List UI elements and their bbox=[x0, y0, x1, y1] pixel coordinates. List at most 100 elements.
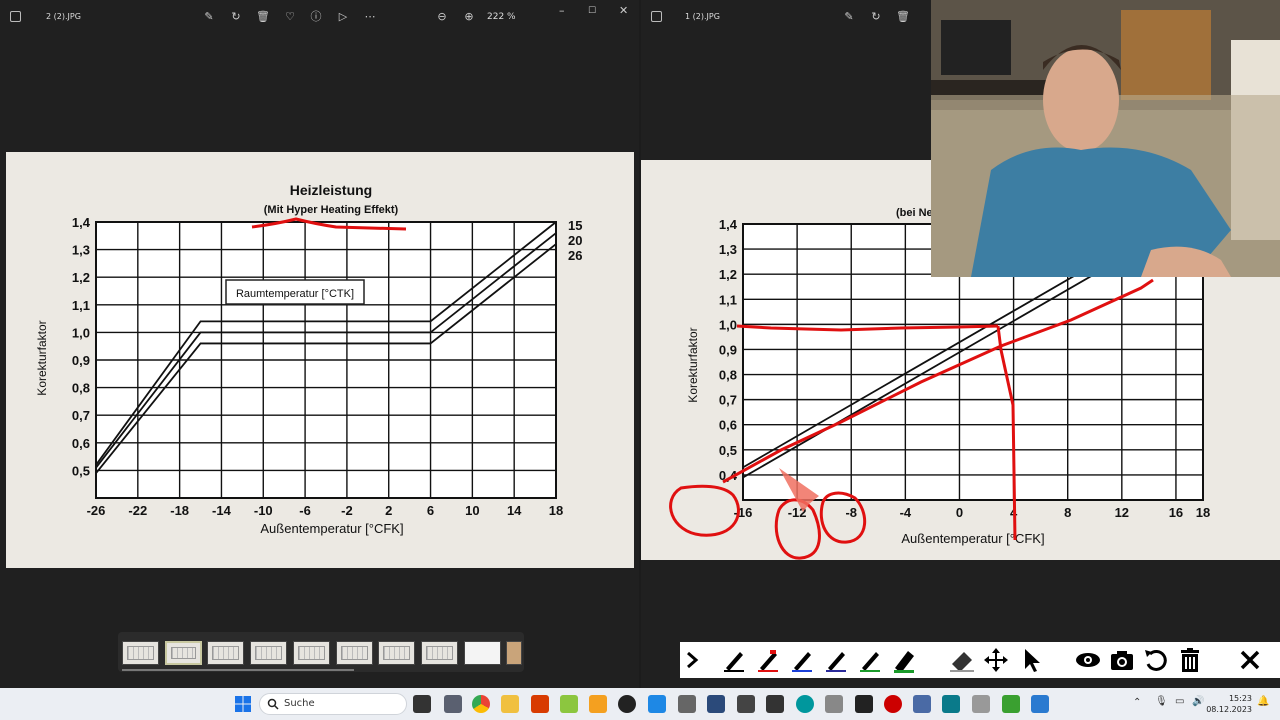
camera-icon[interactable] bbox=[1108, 646, 1136, 674]
x-tick-label: 6 bbox=[427, 503, 434, 518]
eraser-icon[interactable] bbox=[948, 646, 976, 674]
chart-title: Heizleistung bbox=[290, 182, 372, 198]
file-name: 1 (2).JPG bbox=[685, 12, 720, 21]
app-icon[interactable] bbox=[444, 695, 462, 713]
webcam-person-photo bbox=[931, 0, 1280, 277]
thumbnail[interactable] bbox=[378, 641, 415, 665]
info-icon[interactable]: ⓘ bbox=[308, 9, 324, 25]
x-tick-label: 18 bbox=[549, 503, 563, 518]
close-icon[interactable]: ✕ bbox=[619, 4, 628, 17]
x-tick-label: -22 bbox=[128, 503, 147, 518]
y-tick-label: 0,6 bbox=[72, 436, 90, 451]
search-icon bbox=[267, 698, 279, 710]
thumbnail[interactable] bbox=[122, 641, 159, 665]
more-icon[interactable]: ⋯ bbox=[362, 9, 378, 25]
x-axis-label: Außentemperatur [°CFK] bbox=[901, 531, 1044, 546]
thumbnail[interactable] bbox=[207, 641, 244, 665]
task-view-icon[interactable] bbox=[413, 695, 431, 713]
thumbnail[interactable] bbox=[336, 641, 373, 665]
app-icon[interactable] bbox=[678, 695, 696, 713]
pen-blue-icon[interactable] bbox=[788, 646, 816, 674]
app-icon[interactable] bbox=[648, 695, 666, 713]
clock-time: 15:23 bbox=[1228, 694, 1252, 703]
search-placeholder: Suche bbox=[284, 698, 315, 709]
chart-left: -26 -22 -18 -14 -10 -6 -2 2 6 10 14 18 1,41,31,21,1… bbox=[35, 182, 582, 536]
notification-bell-icon[interactable]: 🔔 bbox=[1257, 696, 1269, 707]
zoom-out-icon[interactable]: ⊖ bbox=[434, 9, 450, 25]
delete-icon[interactable]: 🗑 bbox=[895, 9, 911, 25]
x-tick-label: -14 bbox=[212, 503, 232, 518]
app-icon[interactable] bbox=[972, 695, 990, 713]
y-axis-label: Korekturfaktor bbox=[686, 327, 700, 402]
taskbar-clock[interactable]: 15:23 08.12.2023 bbox=[1206, 693, 1252, 715]
app-icon[interactable] bbox=[884, 695, 902, 713]
x-tick-label: 2 bbox=[385, 503, 392, 518]
app-icon[interactable] bbox=[913, 695, 931, 713]
app-icon[interactable] bbox=[737, 695, 755, 713]
microphone-icon[interactable]: 🎙 bbox=[1155, 696, 1168, 707]
app-icon[interactable] bbox=[766, 695, 784, 713]
app-icon[interactable] bbox=[531, 695, 549, 713]
move-icon[interactable] bbox=[982, 646, 1010, 674]
thumbnail-selected[interactable] bbox=[165, 641, 202, 665]
chart-subtitle: (Mit Hyper Heating Effekt) bbox=[264, 204, 399, 216]
thumbnail[interactable] bbox=[506, 641, 522, 665]
windows-start-icon[interactable] bbox=[234, 695, 252, 713]
network-icon[interactable]: ▭ bbox=[1175, 696, 1184, 707]
taskbar-search[interactable]: Suche bbox=[259, 693, 407, 715]
x-tick-label: -18 bbox=[170, 503, 189, 518]
eye-icon[interactable] bbox=[1074, 646, 1102, 674]
app-icon[interactable] bbox=[855, 695, 873, 713]
x-tick-label: -2 bbox=[341, 503, 353, 518]
image-view[interactable]: -26 -22 -18 -14 -10 -6 -2 2 6 10 14 18 1,4 1,3 1,2 1,1… bbox=[6, 152, 634, 568]
filmstrip-scrollbar[interactable] bbox=[122, 669, 354, 671]
photos-window-left: 2 (2).JPG ✎ ↻ 🗑 ♡ ⓘ ▷ ⋯ ⊖ ⊕ 222 % – ☐ ✕ … bbox=[0, 0, 639, 688]
app-icon[interactable] bbox=[796, 695, 814, 713]
minimize-icon[interactable]: – bbox=[559, 4, 565, 17]
collapse-arrow-icon[interactable] bbox=[680, 646, 708, 674]
app-icon[interactable] bbox=[1002, 695, 1020, 713]
delete-icon[interactable]: 🗑 bbox=[255, 9, 271, 25]
cursor-icon[interactable] bbox=[1018, 646, 1046, 674]
series-label: 20 bbox=[568, 233, 582, 248]
thumbnail[interactable] bbox=[250, 641, 287, 665]
app-icon[interactable] bbox=[1031, 695, 1049, 713]
thumbnail[interactable] bbox=[421, 641, 458, 665]
trash-icon[interactable] bbox=[1176, 646, 1204, 674]
series-label: 15 bbox=[568, 218, 582, 233]
y-tick-label: 1,4 bbox=[719, 217, 738, 232]
thumbnail[interactable] bbox=[464, 641, 501, 665]
x-tick-label: 14 bbox=[507, 503, 522, 518]
chrome-icon[interactable] bbox=[472, 695, 490, 713]
edit-icon[interactable]: ✎ bbox=[841, 9, 857, 25]
app-icon[interactable] bbox=[618, 695, 636, 713]
app-icon[interactable] bbox=[560, 695, 578, 713]
pen-black-icon[interactable] bbox=[720, 646, 748, 674]
favorite-icon[interactable]: ♡ bbox=[282, 9, 298, 25]
undo-icon[interactable] bbox=[1142, 646, 1170, 674]
zoom-level[interactable]: 222 % bbox=[487, 12, 516, 22]
annotation-text: Raumtemperatur [°CTK] bbox=[236, 288, 354, 300]
highlighter-icon[interactable] bbox=[890, 646, 918, 674]
slideshow-icon[interactable]: ▷ bbox=[335, 9, 351, 25]
volume-icon[interactable]: 🔊 bbox=[1192, 696, 1204, 707]
rotate-icon[interactable]: ↻ bbox=[868, 9, 884, 25]
pen-green-icon[interactable] bbox=[856, 646, 884, 674]
thumbnail[interactable] bbox=[293, 641, 330, 665]
pen-darkblue-icon[interactable] bbox=[822, 646, 850, 674]
app-icon[interactable] bbox=[942, 695, 960, 713]
taskbar: Suche ⌃ 🎙 ▭ 🔊 15:23 08.12.2023 🔔 bbox=[0, 688, 1280, 720]
close-toolbar-icon[interactable] bbox=[1236, 646, 1264, 674]
maximize-icon[interactable]: ☐ bbox=[588, 6, 596, 16]
edit-icon[interactable]: ✎ bbox=[201, 9, 217, 25]
app-icon[interactable] bbox=[707, 695, 725, 713]
pen-red-icon[interactable] bbox=[754, 646, 782, 674]
y-tick-labels: 1,4 1,3 1,2 1,1 1,0 0,9 0,8 0,7 0,6 0,5 bbox=[72, 215, 91, 478]
app-icon[interactable] bbox=[825, 695, 843, 713]
zoom-in-icon[interactable]: ⊕ bbox=[461, 9, 477, 25]
file-explorer-icon[interactable] bbox=[501, 695, 519, 713]
rotate-icon[interactable]: ↻ bbox=[228, 9, 244, 25]
app-icon[interactable] bbox=[589, 695, 607, 713]
tray-chevron-icon[interactable]: ⌃ bbox=[1133, 697, 1141, 708]
y-tick-label: 1,1 bbox=[719, 292, 737, 307]
